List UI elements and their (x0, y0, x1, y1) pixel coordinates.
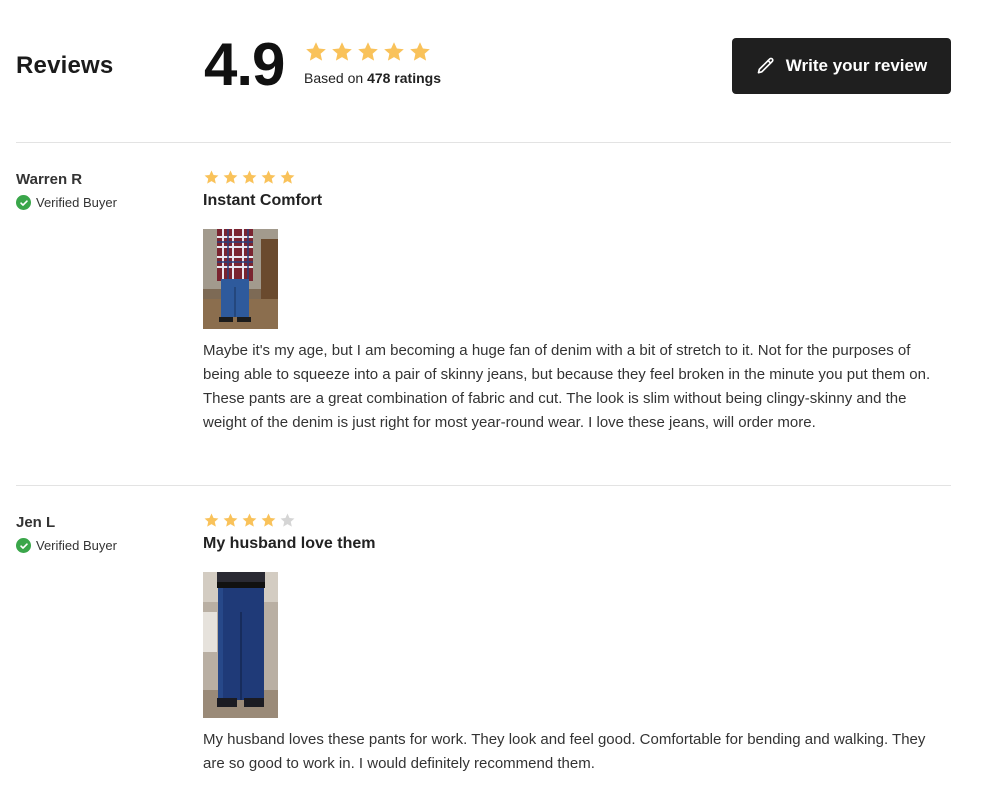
star-filled-icon (242, 513, 257, 527)
write-review-label: Write your review (785, 56, 928, 75)
write-review-button[interactable]: Write your review (732, 38, 951, 94)
average-stars (304, 40, 441, 64)
rating-summary: Based on 478 ratings (304, 40, 441, 86)
star-filled-icon (242, 170, 257, 184)
star-filled-icon (223, 513, 238, 527)
based-on-label: Based on (304, 70, 364, 86)
review-stars (203, 169, 943, 186)
reviewer-name: Jen L (16, 514, 56, 531)
review-stars (203, 512, 943, 529)
average-rating: 4.9 (204, 31, 285, 98)
review-photo[interactable] (203, 572, 278, 718)
review-body: Instant Comfort Maybe it's my age, but I… (203, 169, 943, 435)
verified-buyer-badge: Verified Buyer (16, 195, 117, 210)
reviews-header: Reviews 4.9 Based on 478 ratings Write y… (16, 30, 951, 100)
pencil-icon (757, 57, 774, 74)
review-item: Jen L Verified Buyer My husband love the… (16, 512, 951, 794)
verified-buyer-badge: Verified Buyer (16, 538, 117, 553)
divider (16, 142, 951, 143)
ratings-count-text: Based on 478 ratings (304, 70, 441, 86)
star-filled-icon (358, 42, 378, 61)
star-filled-icon (410, 42, 430, 61)
star-filled-icon (261, 170, 276, 184)
verified-label: Verified Buyer (36, 195, 117, 210)
check-circle-icon (16, 538, 31, 553)
star-filled-icon (223, 170, 238, 184)
review-item: Warren R Verified Buyer Instant Comfort (16, 169, 951, 471)
star-empty-icon (280, 513, 295, 527)
review-body: My husband love them My husband loves th… (203, 512, 943, 776)
reviews-heading: Reviews (16, 52, 114, 79)
star-filled-icon (384, 42, 404, 61)
review-title: My husband love them (203, 535, 376, 552)
star-filled-icon (332, 42, 352, 61)
check-circle-icon (16, 195, 31, 210)
star-filled-icon (204, 513, 219, 527)
star-filled-icon (204, 170, 219, 184)
review-title: Instant Comfort (203, 192, 323, 209)
review-text: My husband loves these pants for work. T… (203, 731, 926, 772)
reviewer-name: Warren R (16, 171, 83, 188)
star-filled-icon (261, 513, 276, 527)
review-photo[interactable] (203, 229, 278, 329)
ratings-count: 478 ratings (367, 70, 441, 86)
divider (16, 485, 951, 486)
verified-label: Verified Buyer (36, 538, 117, 553)
star-filled-icon (280, 170, 295, 184)
review-text: Maybe it's my age, but I am becoming a h… (203, 342, 931, 431)
star-filled-icon (306, 42, 326, 61)
